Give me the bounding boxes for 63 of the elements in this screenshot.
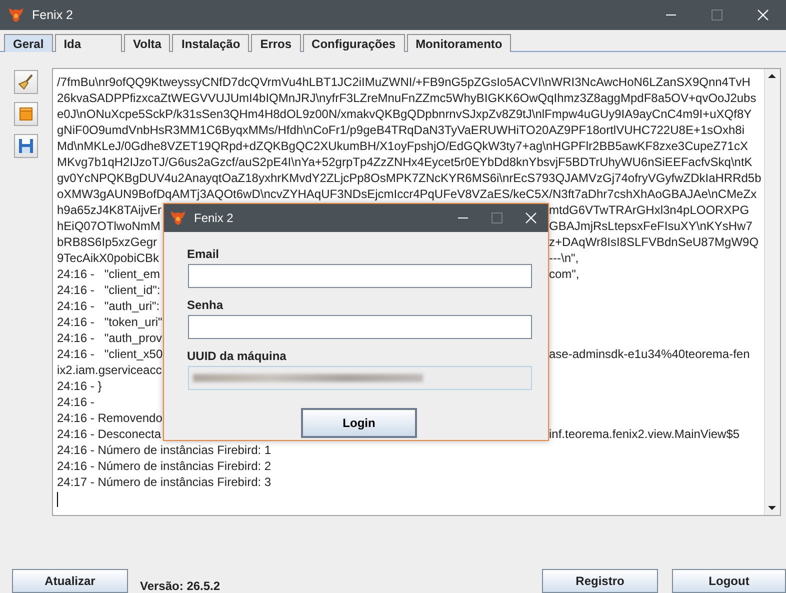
password-field[interactable] — [188, 315, 532, 339]
text-cursor — [57, 492, 58, 507]
log-line: e0J\nONuXcpe5SckP/k31sSen3QHm4H8dOL9z00N/xmakvQKBgQDpbnrnvSJxpZv8Z9tJ\nlFmpw4uGUy9IA9ayCnC4m9I+uXQf8Y — [57, 106, 752, 122]
log-line: h9a65zJ4K8TAijvEr — [57, 203, 162, 217]
log-line: z+DAqWr8IsI8SLFVBdnSeU87MgW9Q — [549, 234, 759, 250]
log-line: oXMW3gAUN9BofDqAMTj3AQOt6wD\ncvZYHAqUF3NDsEjcmIccr4PqUFeV8VZaES/keC5X/N3ft7aDhr7cshXhAoGBAJAe\nCMeZx — [57, 186, 757, 202]
log-line: 24:16 - "client_em — [57, 267, 160, 281]
log-line: gNiF0O9umdVnbHsR3MM1C6ByqxMMs/Hfdh\nCoFr1/p9geB4TRqDaN3TyVaERUWHiTO20AZ9PF18ortlVUHC722U8E+1sOxh8i — [57, 122, 744, 138]
login-button[interactable]: Login — [301, 408, 417, 438]
log-line: inf.teorema.fenix2.view.MainView$5 — [549, 426, 740, 442]
version-label: Versão: 26.5.2 — [140, 579, 220, 593]
log-line: gv0YcNPQKBgDUV4u2AnayqtOaZ18yxhrKMvdY2ZLjcPp8OsMPK7ZNcKYR6MS6i\nrEcS793QJAMVzGj74ofryVGyfwZDkIaHRRd5b — [57, 170, 762, 186]
log-line: ---\n", — [549, 250, 579, 266]
log-area[interactable] — [52, 68, 781, 516]
tab[interactable]: Volta — [124, 34, 170, 52]
uuid-field[interactable] — [188, 366, 532, 390]
field-label: Senha — [187, 297, 224, 313]
package-button[interactable] — [14, 102, 38, 126]
log-line: 24:16 - Desconecta — [57, 427, 162, 441]
refresh-button[interactable]: Atualizar — [12, 569, 128, 593]
log-line: Md\nMKLeJ/0Gdhe8VZET19QRpd+dZQKBgQC2XUkumBH/X1oyFpshjO/EdGQkW3ty7+ag\nHGPFlr2BB5awKF8zxe3CupeZ71cX — [57, 138, 748, 154]
log-line: mtdG6VTwTRArGHxl3n4pLOORXPG — [549, 202, 750, 218]
dialog-title: Fenix 2 — [194, 211, 234, 225]
log-line: 24:16 - "client_x50 — [57, 347, 163, 361]
log-line: 24:16 - "auth_prov — [57, 330, 162, 346]
tab[interactable]: Erros — [251, 34, 301, 52]
tab[interactable]: Geral — [4, 34, 53, 52]
box-icon — [18, 106, 34, 122]
log-line: 24:16 - } — [57, 378, 102, 394]
window-title: Fenix 2 — [32, 8, 73, 22]
log-line: MKvg7b1qH2IJzoTJ/G6us2aGzcf/auS2pE4I\nYa+52grpTp4ZzZNHx4Eycet5r0EYbDd8knYbsvjF5BDTrUhyWU6nSiEEFacfvSkq\ntK — [57, 154, 752, 170]
tab[interactable]: Configurações — [302, 34, 405, 52]
logout-button[interactable]: Logout — [672, 569, 786, 593]
tab[interactable]: Ida — [54, 34, 122, 52]
email-field[interactable] — [188, 264, 532, 288]
log-line: GBAJmjRsLtepsxFeFIsuXY\nKYsHw7 — [549, 218, 752, 234]
tab[interactable]: Instalação — [172, 34, 250, 52]
log-line: 24:16 - Número de instâncias Firebird: 1 — [57, 442, 272, 458]
field-label: Email — [187, 246, 220, 262]
log-line: hEiQ07OTlwoNmM — [57, 219, 160, 233]
scrollbar[interactable] — [764, 69, 780, 515]
log-line: 24:16 - — [57, 394, 94, 410]
log-line: 9TecAikX0pobiCBk — [57, 251, 160, 265]
log-line: bRB8S6Ip5xzGegr — [57, 235, 158, 249]
log-line: ase-adminsdk-e1u34%40teorema-fen — [549, 346, 750, 362]
log-line: 24:16 - "token_uri" — [57, 314, 162, 330]
field-label: UUID da máquina — [187, 348, 288, 364]
log-line: ix2.iam.gserviceacc — [57, 362, 162, 378]
log-line: com", — [549, 266, 580, 282]
log-line: 24:17 - Número de instâncias Firebird: 3 — [57, 474, 272, 490]
broom-icon — [18, 74, 34, 90]
log-line: 26kvaSADPPfizxcaZtWEGVVUJUmI4bIQMnJRJ\nyfrF3LZreMnuFnZZmc5WhyBIGKK6OwQqIhmz3Z8aggMpdF8a5OV+qvOoJ2ubs — [57, 90, 756, 106]
log-line: 24:16 - Removendo — [57, 410, 162, 426]
log-line: 24:16 - "client_id": — [57, 282, 160, 298]
log-line: 24:16 - "auth_uri": — [57, 298, 160, 314]
phoenix-icon — [170, 210, 186, 226]
phoenix-icon — [8, 7, 24, 23]
clear-button[interactable] — [14, 70, 38, 94]
save-button[interactable] — [14, 134, 38, 158]
log-line: /7fmBu\nr9ofQQ9KtweyssyCNfD7dcQVrmVu4hLBT1JC2iIMuZWNI/+FB9nG5pZGsIo5ACVI\nWRI3NcAwcHoN6LZanSX9Qnn4TvH — [57, 74, 750, 90]
register-button[interactable]: Registro — [542, 569, 658, 593]
tab[interactable]: Monitoramento — [406, 34, 512, 52]
log-line: 24:16 - Número de instâncias Firebird: 2 — [57, 458, 272, 474]
